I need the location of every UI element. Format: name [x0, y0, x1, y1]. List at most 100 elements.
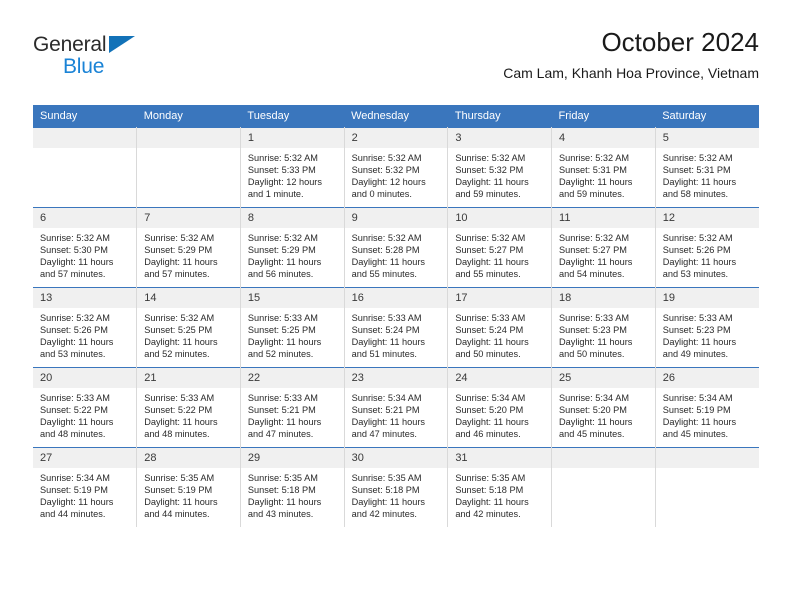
- day-number: 31: [448, 448, 552, 469]
- day-cell[interactable]: 11 Sunrise: 5:32 AM Sunset: 5:27 PM Dayl…: [551, 207, 656, 288]
- day-number: 8: [240, 208, 344, 229]
- day-details: Sunrise: 5:35 AM Sunset: 5:18 PM Dayligh…: [448, 468, 551, 520]
- day-number: 18: [552, 288, 655, 309]
- day-cell[interactable]: 9 Sunrise: 5:32 AM Sunset: 5:28 PM Dayli…: [344, 207, 449, 288]
- daylight-text-line1: Daylight: 11 hours: [662, 417, 737, 428]
- daylight-text-line1: Daylight: 11 hours: [144, 337, 218, 348]
- day-cell[interactable]: 27 Sunrise: 5:34 AM Sunset: 5:19 PM Dayl…: [33, 447, 138, 528]
- day-number: 27: [33, 448, 137, 469]
- day-cell[interactable]: 1 Sunrise: 5:32 AM Sunset: 5:33 PM Dayli…: [240, 127, 345, 208]
- day-details: Sunrise: 5:33 AM Sunset: 5:21 PM Dayligh…: [241, 388, 344, 440]
- day-cell[interactable]: 30 Sunrise: 5:35 AM Sunset: 5:18 PM Dayl…: [344, 447, 449, 528]
- daylight-text-line2: and 45 minutes.: [559, 429, 625, 440]
- sunset-text: Sunset: 5:28 PM: [351, 245, 420, 256]
- day-cell[interactable]: 31 Sunrise: 5:35 AM Sunset: 5:18 PM Dayl…: [447, 447, 553, 528]
- day-cell[interactable]: 24 Sunrise: 5:34 AM Sunset: 5:20 PM Dayl…: [447, 367, 553, 448]
- day-cell[interactable]: [655, 447, 759, 528]
- day-details: Sunrise: 5:34 AM Sunset: 5:19 PM Dayligh…: [33, 468, 136, 520]
- sunset-text: Sunset: 5:22 PM: [144, 405, 213, 416]
- day-cell[interactable]: 12 Sunrise: 5:32 AM Sunset: 5:26 PM Dayl…: [655, 207, 759, 288]
- daylight-text-line1: Daylight: 11 hours: [40, 337, 114, 348]
- sunset-text: Sunset: 5:32 PM: [455, 165, 524, 176]
- daylight-text-line2: and 47 minutes.: [247, 429, 314, 440]
- day-cell[interactable]: 3 Sunrise: 5:32 AM Sunset: 5:32 PM Dayli…: [447, 127, 553, 208]
- day-details: Sunrise: 5:32 AM Sunset: 5:27 PM Dayligh…: [448, 228, 551, 280]
- day-details: Sunrise: 5:35 AM Sunset: 5:18 PM Dayligh…: [345, 468, 448, 520]
- daylight-text-line2: and 0 minutes.: [351, 189, 412, 200]
- day-cell[interactable]: 21 Sunrise: 5:33 AM Sunset: 5:22 PM Dayl…: [136, 367, 241, 448]
- day-details: Sunrise: 5:32 AM Sunset: 5:30 PM Dayligh…: [33, 228, 136, 280]
- daylight-text-line1: Daylight: 12 hours: [247, 177, 322, 188]
- day-number: [137, 128, 240, 149]
- day-cell[interactable]: 26 Sunrise: 5:34 AM Sunset: 5:19 PM Dayl…: [655, 367, 759, 448]
- sunset-text: Sunset: 5:20 PM: [455, 405, 524, 416]
- day-cell[interactable]: 18 Sunrise: 5:33 AM Sunset: 5:23 PM Dayl…: [551, 287, 656, 368]
- daylight-text-line2: and 55 minutes.: [455, 269, 521, 280]
- sunrise-text: Sunrise: 5:32 AM: [351, 233, 422, 244]
- day-details: Sunrise: 5:33 AM Sunset: 5:22 PM Dayligh…: [33, 388, 136, 440]
- day-cell[interactable]: 29 Sunrise: 5:35 AM Sunset: 5:18 PM Dayl…: [240, 447, 345, 528]
- day-cell[interactable]: [551, 447, 656, 528]
- day-details: Sunrise: 5:32 AM Sunset: 5:28 PM Dayligh…: [345, 228, 448, 280]
- day-cell[interactable]: 16 Sunrise: 5:33 AM Sunset: 5:24 PM Dayl…: [344, 287, 449, 368]
- sunset-text: Sunset: 5:19 PM: [144, 485, 213, 496]
- daylight-text-line2: and 53 minutes.: [662, 269, 729, 280]
- daylight-text-line1: Daylight: 11 hours: [455, 337, 529, 348]
- generalblue-logo[interactable]: General Blue: [33, 34, 153, 84]
- daylight-text-line2: and 1 minute.: [247, 189, 304, 200]
- sunset-text: Sunset: 5:26 PM: [40, 325, 108, 336]
- day-cell[interactable]: 7 Sunrise: 5:32 AM Sunset: 5:29 PM Dayli…: [136, 207, 241, 288]
- day-cell[interactable]: [136, 127, 241, 208]
- daylight-text-line1: Daylight: 11 hours: [662, 177, 737, 188]
- weekday-header-wednesday: Wednesday: [344, 105, 448, 128]
- daylight-text-line2: and 50 minutes.: [559, 349, 625, 360]
- sunset-text: Sunset: 5:24 PM: [351, 325, 420, 336]
- day-cell[interactable]: 6 Sunrise: 5:32 AM Sunset: 5:30 PM Dayli…: [33, 207, 138, 288]
- daylight-text-line2: and 49 minutes.: [662, 349, 729, 360]
- day-cell[interactable]: 28 Sunrise: 5:35 AM Sunset: 5:19 PM Dayl…: [136, 447, 241, 528]
- day-details: Sunrise: 5:33 AM Sunset: 5:23 PM Dayligh…: [552, 308, 655, 360]
- day-cell[interactable]: 25 Sunrise: 5:34 AM Sunset: 5:20 PM Dayl…: [551, 367, 656, 448]
- day-cell[interactable]: 8 Sunrise: 5:32 AM Sunset: 5:29 PM Dayli…: [240, 207, 345, 288]
- weekday-header-friday: Friday: [551, 105, 656, 128]
- day-number: 20: [33, 368, 137, 389]
- sunset-text: Sunset: 5:25 PM: [144, 325, 213, 336]
- day-cell[interactable]: 20 Sunrise: 5:33 AM Sunset: 5:22 PM Dayl…: [33, 367, 138, 448]
- day-cell[interactable]: 5 Sunrise: 5:32 AM Sunset: 5:31 PM Dayli…: [655, 127, 759, 208]
- day-number: 14: [137, 288, 240, 309]
- daylight-text-line1: Daylight: 11 hours: [247, 417, 322, 428]
- sunset-text: Sunset: 5:31 PM: [559, 165, 627, 176]
- day-cell[interactable]: [33, 127, 138, 208]
- daylight-text-line2: and 44 minutes.: [40, 509, 106, 520]
- daylight-text-line1: Daylight: 11 hours: [559, 177, 633, 188]
- day-cell[interactable]: 23 Sunrise: 5:34 AM Sunset: 5:21 PM Dayl…: [344, 367, 449, 448]
- calendar-week-row: 1 Sunrise: 5:32 AM Sunset: 5:33 PM Dayli…: [33, 127, 759, 208]
- sunrise-text: Sunrise: 5:32 AM: [144, 313, 215, 324]
- weekday-header-sunday: Sunday: [33, 105, 137, 128]
- day-cell[interactable]: 17 Sunrise: 5:33 AM Sunset: 5:24 PM Dayl…: [447, 287, 553, 368]
- sunrise-text: Sunrise: 5:32 AM: [247, 233, 318, 244]
- sunset-text: Sunset: 5:24 PM: [455, 325, 524, 336]
- sunrise-text: Sunrise: 5:35 AM: [455, 473, 526, 484]
- sunset-text: Sunset: 5:27 PM: [455, 245, 524, 256]
- calendar-week-row: 13 Sunrise: 5:32 AM Sunset: 5:26 PM Dayl…: [33, 287, 759, 368]
- daylight-text-line1: Daylight: 11 hours: [559, 417, 633, 428]
- day-details: Sunrise: 5:32 AM Sunset: 5:27 PM Dayligh…: [552, 228, 655, 280]
- weekday-header-thursday: Thursday: [447, 105, 552, 128]
- sunrise-text: Sunrise: 5:32 AM: [144, 233, 215, 244]
- weekday-header-row: Sunday Monday Tuesday Wednesday Thursday…: [33, 105, 759, 128]
- day-cell[interactable]: 14 Sunrise: 5:32 AM Sunset: 5:25 PM Dayl…: [136, 287, 241, 368]
- daylight-text-line1: Daylight: 11 hours: [455, 417, 529, 428]
- daylight-text-line1: Daylight: 11 hours: [351, 257, 425, 268]
- day-cell[interactable]: 2 Sunrise: 5:32 AM Sunset: 5:32 PM Dayli…: [344, 127, 449, 208]
- day-cell[interactable]: 15 Sunrise: 5:33 AM Sunset: 5:25 PM Dayl…: [240, 287, 345, 368]
- day-details: Sunrise: 5:32 AM Sunset: 5:29 PM Dayligh…: [241, 228, 344, 280]
- calendar-table: Sunday Monday Tuesday Wednesday Thursday…: [33, 105, 759, 528]
- day-cell[interactable]: 10 Sunrise: 5:32 AM Sunset: 5:27 PM Dayl…: [447, 207, 553, 288]
- day-cell[interactable]: 4 Sunrise: 5:32 AM Sunset: 5:31 PM Dayli…: [551, 127, 656, 208]
- day-number: 25: [552, 368, 655, 389]
- day-cell[interactable]: 13 Sunrise: 5:32 AM Sunset: 5:26 PM Dayl…: [33, 287, 138, 368]
- day-cell[interactable]: 22 Sunrise: 5:33 AM Sunset: 5:21 PM Dayl…: [240, 367, 345, 448]
- day-cell[interactable]: 19 Sunrise: 5:33 AM Sunset: 5:23 PM Dayl…: [655, 287, 759, 368]
- daylight-text-line1: Daylight: 11 hours: [144, 497, 218, 508]
